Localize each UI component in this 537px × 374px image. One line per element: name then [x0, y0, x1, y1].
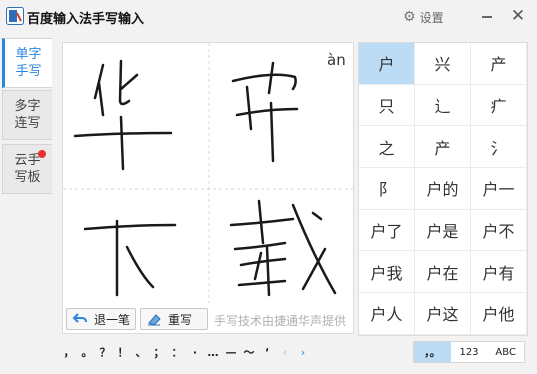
symbol-key[interactable]: ‘ [258, 341, 276, 363]
minimize-button[interactable] [477, 6, 497, 26]
candidate-cell[interactable]: 户人 [359, 293, 415, 335]
gear-icon: ⚙ [403, 9, 416, 25]
candidate-cell[interactable]: 户我 [359, 251, 415, 294]
candidate-grid: 户兴产只辶疒之产氵阝户的 户一 户了 户是 户不 户我 户在 户有 户人 户这 户他 [359, 43, 527, 335]
notification-badge [38, 150, 46, 158]
symbol-bar: ，。？！、；： ·… — ～ ‘‹ › [60, 341, 312, 363]
undo-icon [71, 311, 89, 327]
symbol-key[interactable]: 、 [132, 341, 150, 363]
symbol-key[interactable]: … [204, 341, 222, 363]
candidate-cell[interactable]: 户他 [471, 293, 527, 335]
mode-option[interactable]: ，。 [414, 342, 451, 362]
symbol-key[interactable]: ！ [114, 341, 132, 363]
candidate-cell[interactable]: 兴 [415, 43, 471, 85]
settings-button[interactable]: ⚙ 设置 [403, 8, 444, 26]
symbol-key[interactable]: ： [168, 341, 186, 363]
candidate-cell[interactable]: 户有 [471, 251, 527, 294]
candidate-cell[interactable]: 产 [415, 126, 471, 169]
candidate-cell[interactable]: 辶 [415, 84, 471, 127]
rewrite-button[interactable]: 重写 [140, 308, 208, 330]
window-title: 百度输入法手写输入 [27, 12, 145, 27]
app-logo-icon [6, 7, 24, 25]
title-bar: 百度输入法手写输入 ⚙ 设置 ✕ [0, 0, 537, 33]
input-mode-switch: ，。 123 ABC [413, 341, 525, 363]
candidate-cell[interactable]: 户的 [415, 168, 471, 210]
handwriting-strokes [63, 43, 355, 303]
candidate-cell[interactable]: 户这 [415, 293, 471, 335]
tab-label: 多字连写 [14, 99, 41, 131]
candidate-cell[interactable]: 户一 [471, 168, 527, 210]
candidate-panel: 户兴产只辶疒之产氵阝户的 户一 户了 户是 户不 户我 户在 户有 户人 户这 户他 [358, 42, 528, 336]
symbol-key[interactable]: 。 [78, 341, 96, 363]
candidate-cell[interactable]: 产 [471, 43, 527, 85]
candidate-cell[interactable]: 户了 [359, 209, 415, 252]
undo-stroke-button[interactable]: 退一笔 [66, 308, 136, 330]
candidate-cell[interactable]: 疒 [471, 84, 527, 127]
candidate-cell[interactable]: 只 [359, 84, 415, 127]
tab-single-char[interactable]: 单字手写 [2, 38, 52, 88]
candidate-cell[interactable]: 氵 [471, 126, 527, 169]
mode-option[interactable]: 123 [451, 342, 488, 362]
symbol-key[interactable]: — [222, 341, 240, 363]
rewrite-label: 重写 [168, 312, 193, 327]
prev-page-icon[interactable]: ‹ [276, 341, 294, 363]
tab-multi-char[interactable]: 多字连写 [2, 90, 52, 140]
symbol-key[interactable]: ； [150, 341, 168, 363]
undo-stroke-label: 退一笔 [94, 312, 131, 327]
candidate-cell[interactable]: 户不 [471, 209, 527, 252]
handwriting-pad[interactable]: àn 退一笔 重写 手写技术由捷通华声提供 [62, 42, 355, 334]
candidate-cell[interactable]: 阝 [359, 168, 415, 210]
eraser-icon [145, 311, 163, 327]
symbol-key[interactable]: ～ [240, 341, 258, 363]
candidate-cell[interactable]: 户在 [415, 251, 471, 294]
tab-label: 云手写板 [14, 153, 41, 185]
tech-credit: 手写技术由捷通华声提供 [214, 314, 347, 328]
candidate-cell[interactable]: 户 [359, 43, 415, 85]
symbol-key[interactable]: · [186, 341, 204, 363]
tab-label: 单字手写 [15, 47, 42, 79]
next-page-icon[interactable]: › [294, 341, 312, 363]
mode-option[interactable]: ABC [487, 342, 524, 362]
candidate-cell[interactable]: 之 [359, 126, 415, 169]
candidate-cell[interactable]: 户是 [415, 209, 471, 252]
close-button[interactable]: ✕ [507, 5, 529, 27]
settings-label: 设置 [419, 10, 444, 25]
symbol-key[interactable]: ？ [96, 341, 114, 363]
symbol-key[interactable]: ， [60, 341, 78, 363]
pinyin-hint: àn [327, 51, 346, 69]
